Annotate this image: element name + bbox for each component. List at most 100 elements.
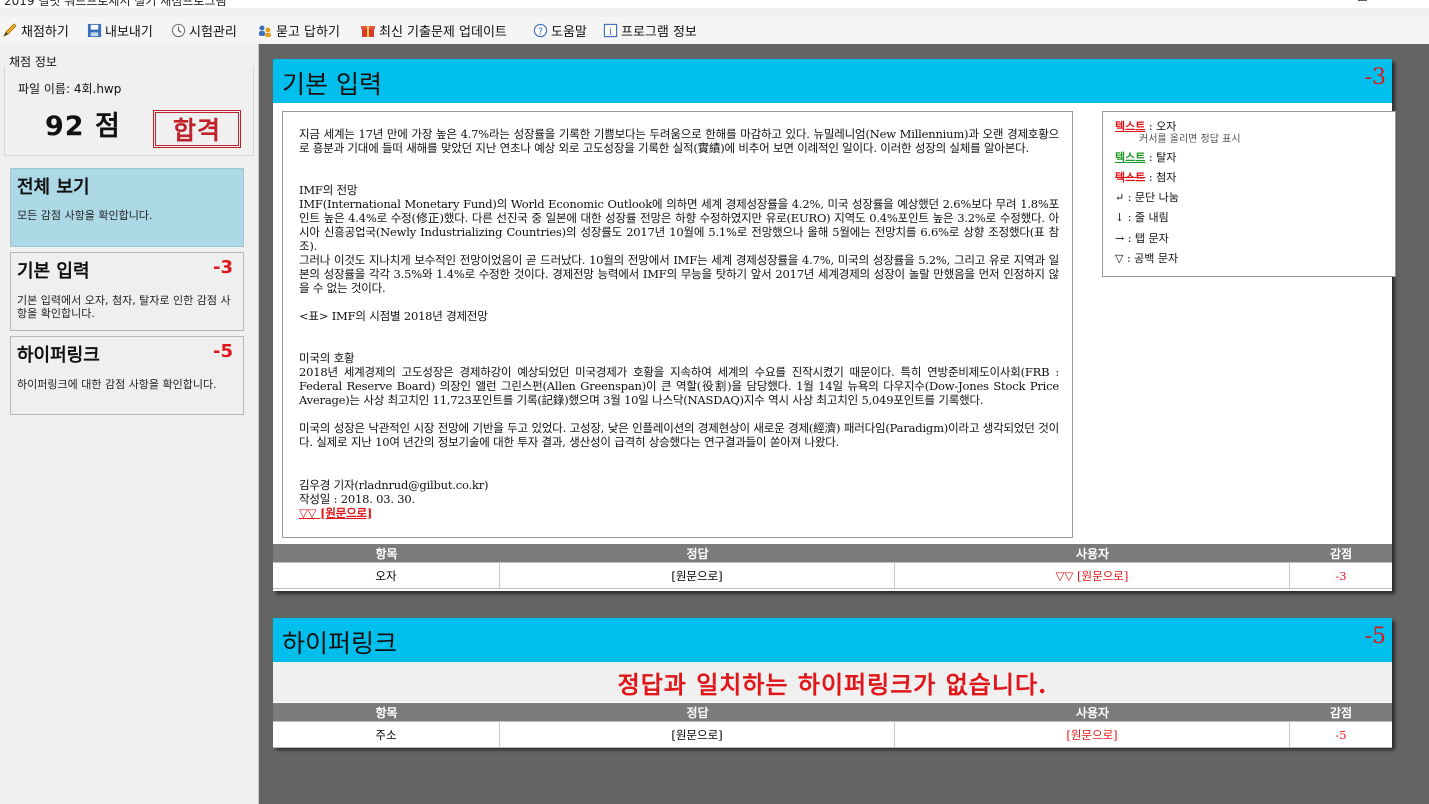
- nav-card-title: 전체 보기: [17, 177, 90, 198]
- nav-card-basic-input[interactable]: 기본 입력 -3 기본 입력에서 오자, 첨자, 탈자로 인한 감점 사항을 확…: [10, 252, 244, 331]
- document-preview[interactable]: 지금 세계는 17년 만에 가장 높은 4.7%라는 성장률을 기록한 기쁨보다…: [282, 111, 1073, 538]
- doc-date: 작성일 : 2018. 03. 30.: [299, 492, 415, 506]
- panel-score: -3: [1364, 65, 1386, 90]
- svg-text:i: i: [609, 26, 612, 37]
- panel-title: 하이퍼링크: [282, 629, 398, 658]
- nav-card-desc: 하이퍼링크에 대한 감점 사항을 확인합니다.: [17, 378, 217, 391]
- doc-table-caption: <표> IMF의 시점별 2018년 경제전망: [299, 309, 488, 323]
- panel-header: 기본 입력 -3: [273, 59, 1392, 103]
- doc-heading: IMF의 전망: [299, 183, 358, 197]
- menu-qna[interactable]: 묻고 답하기: [257, 20, 340, 40]
- panel-header: 하이퍼링크 -5: [273, 618, 1392, 662]
- help-icon: ?: [532, 22, 548, 38]
- close-icon[interactable]: ✕: [1404, 0, 1414, 4]
- menu-label: 내보내기: [105, 24, 153, 40]
- col-penalty: 감점: [1329, 546, 1353, 561]
- menu-label: 프로그램 정보: [621, 24, 697, 40]
- nav-card-desc: 모든 감점 사항을 확인합니다.: [17, 209, 153, 222]
- table-header: 항목 정답 사용자 감점: [273, 703, 1392, 722]
- legend-paragraph: ↵ : 문단 나눔: [1115, 189, 1179, 205]
- legend-box: 텍스트 : 오자 커서를 올리면 정답 표시 텍스트 : 탈자 텍스트 : 첨자…: [1102, 111, 1396, 277]
- maximize-icon[interactable]: ☐: [1357, 0, 1368, 4]
- legend-word: ↓: [1115, 211, 1125, 224]
- panel-title: 기본 입력: [282, 70, 382, 99]
- col-item: 항목: [375, 705, 398, 720]
- legend-hover-note: 커서를 올리면 정답 표시: [1139, 134, 1241, 145]
- cell-answer: [원문으로]: [500, 563, 895, 588]
- menu-export[interactable]: 내보내기: [86, 20, 153, 40]
- legend-tab: → : 탭 문자: [1115, 230, 1169, 246]
- menu-bar: 채점하기 내보내기 시험관리 묻고 답하기 최신 기출문제 업데이트 ? 도움말…: [0, 17, 1429, 43]
- cell-penalty: -5: [1335, 727, 1347, 742]
- col-user: 사용자: [1075, 705, 1110, 720]
- cell-penalty: -3: [1335, 568, 1347, 583]
- doc-paragraph: 미국의 성장은 낙관적인 시장 전망에 기반을 두고 있었다. 고성장, 낮은 …: [299, 421, 1059, 449]
- doc-heading: 미국의 호황: [299, 351, 355, 365]
- doc-paragraph: 지금 세계는 17년 만에 가장 높은 4.7%라는 성장률을 기록한 기쁨보다…: [299, 127, 1059, 155]
- legend-space: ▽ : 공백 문자: [1115, 250, 1178, 266]
- doc-paragraph: 2018년 세계경제의 고도성장은 경제하강이 예상되었던 미국경제가 호황을 …: [299, 365, 1059, 407]
- menu-program-info[interactable]: i 프로그램 정보: [602, 20, 697, 40]
- table-header: 항목 정답 사용자 감점: [273, 544, 1392, 563]
- hyperlink-message-area: 정답과 일치하는 하이퍼링크가 없습니다.: [273, 662, 1392, 702]
- nav-card-title: 하이퍼링크: [17, 345, 100, 366]
- svg-text:?: ?: [538, 26, 543, 37]
- main-content[interactable]: 기본 입력 -3 지금 세계는 17년 만에 가장 높은 4.7%라는 성장률을…: [259, 44, 1429, 804]
- legend-word: 텍스트: [1115, 171, 1146, 184]
- cell-user: ▽▽ [원문으로]: [895, 563, 1290, 588]
- panel-hyperlink: 하이퍼링크 -5 정답과 일치하는 하이퍼링크가 없습니다. 항목 정답 사용자…: [273, 618, 1392, 748]
- cell-answer: [원문으로]: [500, 722, 895, 747]
- legend-omission: 텍스트 : 탈자: [1115, 149, 1176, 165]
- legend-desc: : 공백 문자: [1123, 252, 1179, 265]
- result-table-hyperlink: 항목 정답 사용자 감점 주소 [원문으로] [원문으로] -5: [273, 703, 1392, 748]
- total-score: 92 점: [45, 111, 121, 142]
- menu-label: 도움말: [551, 24, 587, 40]
- legend-desc: : 문단 나눔: [1124, 191, 1179, 204]
- table-row[interactable]: 오자 [원문으로] ▽▽ [원문으로] -3: [273, 563, 1392, 589]
- menu-grade[interactable]: 채점하기: [2, 20, 69, 40]
- pass-stamp: 합격: [153, 110, 241, 148]
- info-icon: i: [602, 22, 618, 38]
- menu-label: 묻고 답하기: [276, 24, 340, 40]
- cell-item: 주소: [273, 722, 500, 747]
- nav-card-desc: 기본 입력에서 오자, 첨자, 탈자로 인한 감점 사항을 확인합니다.: [17, 294, 231, 320]
- nav-card-hyperlink[interactable]: 하이퍼링크 -5 하이퍼링크에 대한 감점 사항을 확인합니다.: [10, 336, 244, 415]
- doc-paragraph: 그러나 이것도 지나치게 보수적인 전망이었음이 곧 드러났다. 10월의 전망…: [299, 253, 1059, 295]
- sidebar: 채점 정보 파일 이름: 4회.hwp 92 점 합격 전체 보기 모든 감점 …: [0, 44, 259, 804]
- gift-icon: [360, 22, 376, 38]
- save-icon: [86, 22, 102, 38]
- file-name: 파일 이름: 4회.hwp: [18, 82, 122, 96]
- title-bar: 2019 길벗 워드프로세서 실기 채점프로그램 ─ ☐ ✕: [0, 0, 1429, 8]
- doc-paragraph: IMF(International Monetary Fund)의 World …: [299, 197, 1059, 253]
- pencil-icon: [2, 22, 18, 38]
- legend-desc: : 탭 문자: [1124, 232, 1169, 245]
- cell-user: [원문으로]: [895, 722, 1290, 747]
- legend-desc: : 탈자: [1145, 151, 1177, 164]
- menu-exam-manage[interactable]: 시험관리: [170, 20, 237, 40]
- col-answer: 정답: [686, 546, 709, 561]
- minimize-icon[interactable]: ─: [1318, 0, 1325, 4]
- col-answer: 정답: [686, 705, 709, 720]
- nav-card-title: 기본 입력: [17, 261, 90, 282]
- col-penalty: 감점: [1329, 705, 1353, 720]
- menu-label: 채점하기: [21, 24, 69, 40]
- doc-byline: 김우경 기자(rladnrud@gilbut.co.kr): [299, 478, 489, 492]
- legend-linebreak: ↓ : 줄 내림: [1115, 209, 1169, 225]
- legend-word: →: [1115, 232, 1125, 245]
- typo-link[interactable]: ▽▽ [원문으로]: [299, 506, 372, 520]
- nav-card-overview[interactable]: 전체 보기 모든 감점 사항을 확인합니다.: [10, 168, 244, 247]
- result-table-basic: 항목 정답 사용자 감점 오자 [원문으로] ▽▽ [원문으로] -3: [273, 544, 1392, 589]
- window-title: 2019 길벗 워드프로세서 실기 채점프로그램: [4, 0, 227, 8]
- legend-addition: 텍스트 : 첨자: [1115, 169, 1176, 185]
- table-row[interactable]: 주소 [원문으로] [원문으로] -5: [273, 722, 1392, 748]
- menu-help[interactable]: ? 도움말: [532, 20, 587, 40]
- menu-update[interactable]: 최신 기출문제 업데이트: [360, 20, 507, 40]
- clock-icon: [170, 22, 186, 38]
- menu-label: 최신 기출문제 업데이트: [379, 24, 507, 40]
- nav-card-score: -5: [213, 341, 233, 362]
- panel-basic-input: 기본 입력 -3 지금 세계는 17년 만에 가장 높은 4.7%라는 성장률을…: [273, 59, 1396, 591]
- col-user: 사용자: [1075, 546, 1110, 561]
- hyperlink-message: 정답과 일치하는 하이퍼링크가 없습니다.: [617, 669, 1048, 699]
- nav-card-score: -3: [213, 257, 233, 278]
- legend-word: 텍스트: [1115, 151, 1146, 164]
